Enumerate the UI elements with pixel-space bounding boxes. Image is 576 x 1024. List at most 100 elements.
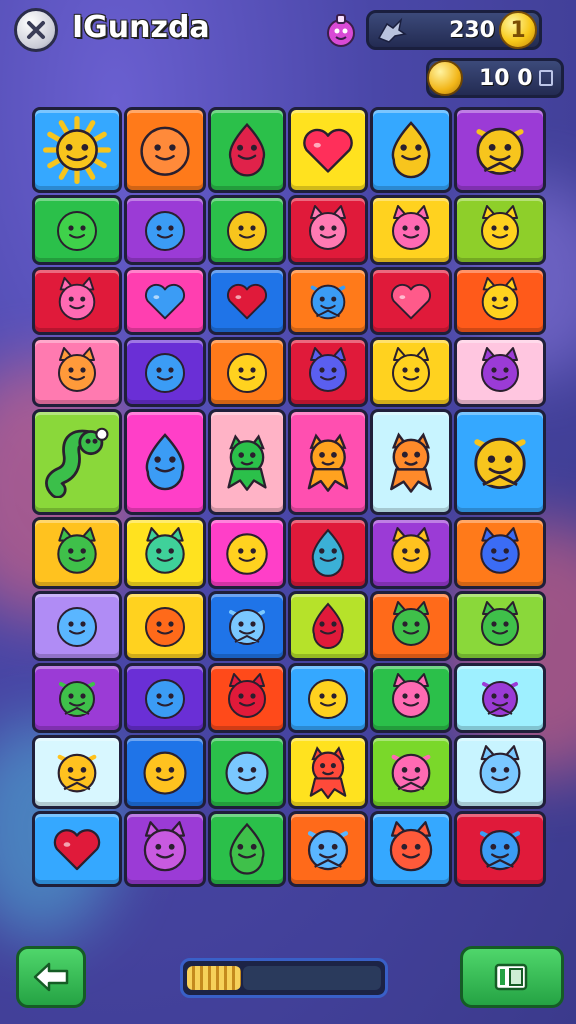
tile-cat[interactable] xyxy=(288,195,368,265)
cat-icon xyxy=(392,205,430,250)
tile-cat[interactable] xyxy=(370,337,452,407)
tile-heart[interactable] xyxy=(288,107,368,193)
tile-cat[interactable] xyxy=(370,811,452,887)
back-button[interactable] xyxy=(16,946,86,1008)
fish-icon xyxy=(474,437,526,490)
tile-face[interactable] xyxy=(208,735,286,809)
face-icon xyxy=(227,353,267,393)
tile-cat[interactable] xyxy=(288,337,368,407)
tile-face[interactable] xyxy=(208,517,286,589)
cat-icon xyxy=(228,673,266,718)
heart-icon xyxy=(227,283,267,320)
exit-button[interactable] xyxy=(460,946,564,1008)
tile-cat[interactable] xyxy=(454,735,546,809)
tile-cat[interactable] xyxy=(454,195,546,265)
sun-icon xyxy=(43,116,111,184)
tile-fish[interactable] xyxy=(32,735,122,809)
tile-drop[interactable] xyxy=(208,811,286,887)
tile-fish[interactable] xyxy=(32,663,122,733)
tile-drop[interactable] xyxy=(370,107,452,193)
tile-heart[interactable] xyxy=(32,811,122,887)
tile-cat[interactable] xyxy=(370,195,452,265)
tile-drop[interactable] xyxy=(288,591,368,661)
tile-sun[interactable] xyxy=(32,107,122,193)
tile-fish[interactable] xyxy=(454,663,546,733)
tile-heart[interactable] xyxy=(208,267,286,335)
drop-icon xyxy=(391,121,431,179)
tile-fish[interactable] xyxy=(454,409,546,515)
coin-value: 230 xyxy=(449,18,495,43)
worm-icon xyxy=(45,427,109,498)
tile-fish[interactable] xyxy=(454,107,546,193)
tile-fish[interactable] xyxy=(288,811,368,887)
tile-monster[interactable] xyxy=(370,409,452,515)
exit-icon xyxy=(494,963,528,991)
cat-icon xyxy=(479,745,521,794)
tile-heart[interactable] xyxy=(124,267,206,335)
fish-icon xyxy=(59,681,95,717)
energy-value: 10 0 xyxy=(479,66,533,91)
fish-icon xyxy=(391,753,431,793)
progress-fill xyxy=(187,966,241,990)
face-icon xyxy=(57,607,97,647)
tile-monster[interactable] xyxy=(208,409,286,515)
tile-face[interactable] xyxy=(288,663,368,733)
tile-face[interactable] xyxy=(124,107,206,193)
cat-icon xyxy=(481,601,519,646)
tile-monster[interactable] xyxy=(288,735,368,809)
tile-drop[interactable] xyxy=(124,409,206,515)
tile-heart[interactable] xyxy=(370,267,452,335)
tile-face[interactable] xyxy=(124,591,206,661)
cat-icon xyxy=(58,347,96,392)
tile-cat[interactable] xyxy=(370,517,452,589)
tile-face[interactable] xyxy=(124,663,206,733)
close-button[interactable] xyxy=(14,8,58,52)
fish-icon xyxy=(229,609,265,645)
coin-icon: 1 xyxy=(499,11,537,49)
tile-fish[interactable] xyxy=(454,811,546,887)
cat-icon xyxy=(143,821,187,872)
tile-face[interactable] xyxy=(124,195,206,265)
tile-worm[interactable] xyxy=(32,409,122,515)
tile-cat[interactable] xyxy=(124,517,206,589)
tile-cat[interactable] xyxy=(124,811,206,887)
face-icon xyxy=(145,211,185,251)
tile-fish[interactable] xyxy=(288,267,368,335)
face-icon xyxy=(145,353,185,393)
monster-icon xyxy=(307,433,349,492)
tile-cat[interactable] xyxy=(454,267,546,335)
level-progress-bar xyxy=(180,958,388,998)
cat-icon xyxy=(480,527,520,574)
tile-face[interactable] xyxy=(208,195,286,265)
tile-cat[interactable] xyxy=(454,517,546,589)
tile-fish[interactable] xyxy=(370,735,452,809)
heart-icon xyxy=(391,283,431,320)
cat-icon xyxy=(392,601,430,646)
face-icon xyxy=(226,533,268,575)
tile-drop[interactable] xyxy=(288,517,368,589)
monster-icon xyxy=(309,746,347,799)
close-icon xyxy=(27,21,45,39)
tile-monster[interactable] xyxy=(288,409,368,515)
heart-icon xyxy=(53,829,101,871)
energy-icon xyxy=(427,60,463,96)
tile-cat[interactable] xyxy=(32,517,122,589)
cat-icon xyxy=(57,527,97,574)
tile-cat[interactable] xyxy=(370,591,452,661)
tile-drop[interactable] xyxy=(208,107,286,193)
tile-cat[interactable] xyxy=(454,337,546,407)
potion-icon[interactable] xyxy=(323,12,359,48)
tile-cat[interactable] xyxy=(370,663,452,733)
tile-face[interactable] xyxy=(124,735,206,809)
tile-face[interactable] xyxy=(32,195,122,265)
face-icon xyxy=(225,751,269,795)
tile-face[interactable] xyxy=(208,337,286,407)
tile-cat[interactable] xyxy=(32,267,122,335)
tile-cat[interactable] xyxy=(454,591,546,661)
tile-cat[interactable] xyxy=(208,663,286,733)
tile-fish[interactable] xyxy=(208,591,286,661)
tile-face[interactable] xyxy=(124,337,206,407)
tile-face[interactable] xyxy=(32,591,122,661)
tile-cat[interactable] xyxy=(32,337,122,407)
cat-icon xyxy=(481,347,519,392)
